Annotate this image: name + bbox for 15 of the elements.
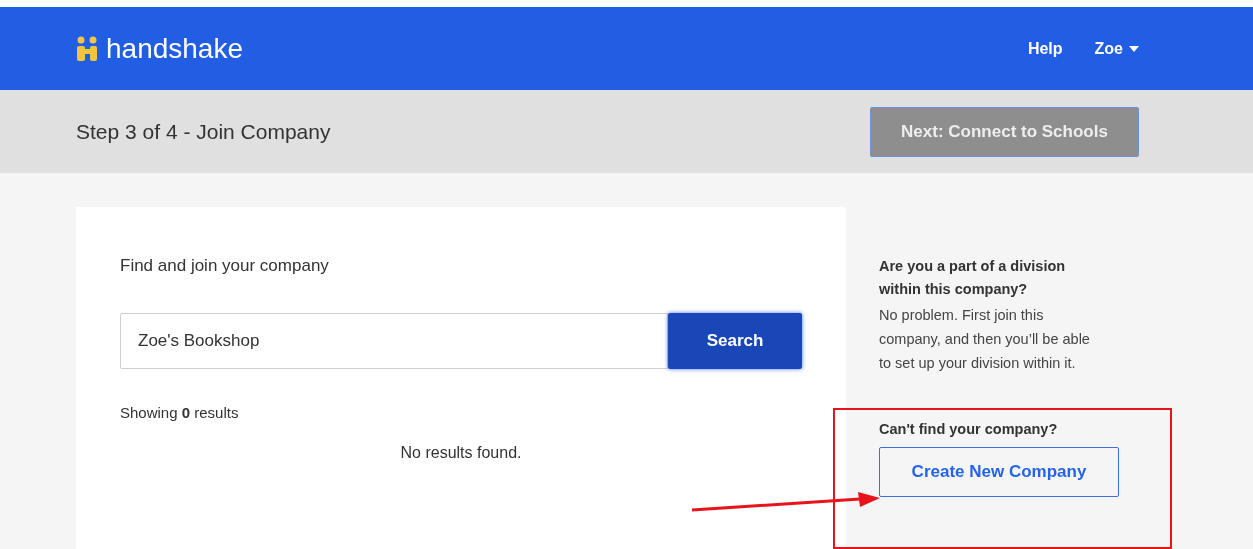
cant-find-label: Can't find your company? <box>879 420 1059 439</box>
division-title: Are you a part of a division within this company? <box>879 257 1067 299</box>
logo[interactable]: handshake <box>76 27 243 70</box>
results-count: Showing 0 results <box>120 402 240 423</box>
help-link[interactable]: Help <box>1027 36 1063 61</box>
division-text: No problem. First join this company, and then you’ll be able to set up your division within it. <box>879 306 1091 373</box>
user-menu[interactable]: Zoe <box>1094 36 1139 61</box>
create-company-button[interactable]: Create New Company <box>879 446 1119 497</box>
caret-icon <box>1129 45 1139 52</box>
card-heading: Find and join your company <box>120 255 330 277</box>
search-button[interactable]: Search <box>668 312 802 369</box>
logo-icon <box>76 35 100 62</box>
step-title: Step 3 of 4 - Join Company <box>76 118 331 145</box>
search-field[interactable]: Zoe's Bookshop <box>120 312 668 369</box>
empty-message: No results found. <box>400 443 522 463</box>
